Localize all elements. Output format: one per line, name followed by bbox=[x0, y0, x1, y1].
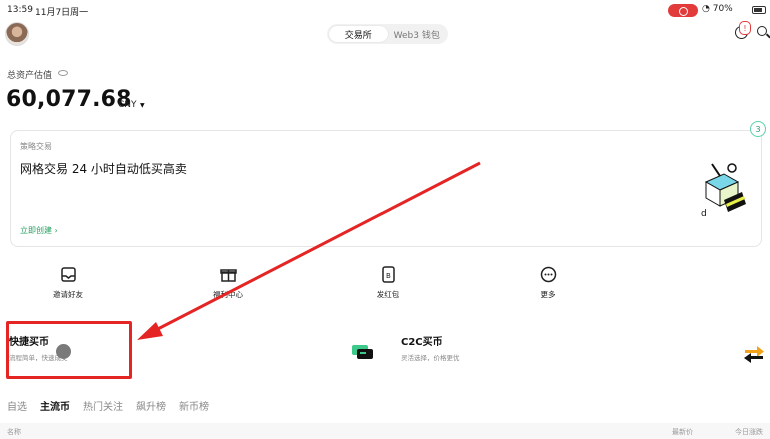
more-icon bbox=[540, 266, 556, 283]
market-column-headers: 名称 最新价 今日涨跌 bbox=[0, 423, 770, 439]
market-tabs: 自选 主流币 热门关注 飙升榜 新币榜 bbox=[7, 398, 209, 413]
promo-title: 网格交易 24 小时自动低买高卖 bbox=[20, 162, 187, 176]
quick-action-invite[interactable]: 邀请好友 bbox=[28, 266, 108, 300]
eye-icon[interactable] bbox=[58, 70, 68, 76]
tab-gainers[interactable]: 飙升榜 bbox=[136, 398, 166, 413]
tab-hot[interactable]: 热门关注 bbox=[83, 398, 123, 413]
svg-text:B: B bbox=[386, 272, 391, 280]
c2c-buy-title: C2C买币 bbox=[401, 337, 443, 348]
quick-action-rewards[interactable]: 福利中心 bbox=[188, 266, 268, 300]
promo-illustration: d bbox=[701, 163, 746, 219]
message-badge: ! bbox=[739, 21, 751, 35]
carousel-page-badge: 3 bbox=[750, 121, 766, 137]
tab-new-coins[interactable]: 新币榜 bbox=[179, 398, 209, 413]
status-bar: 13:59 11月7日周一 ◔ 70% bbox=[0, 0, 770, 20]
quick-action-label: 更多 bbox=[540, 290, 556, 299]
screen-record-icon[interactable] bbox=[668, 4, 698, 17]
quick-action-label: 发红包 bbox=[376, 290, 400, 299]
c2c-buy-entry[interactable]: C2C买币 灵活选择，价格更优 bbox=[401, 333, 521, 373]
currency-selector[interactable]: CNY bbox=[118, 100, 137, 110]
search-icon[interactable] bbox=[757, 26, 767, 36]
promo-tag: 策略交易 bbox=[20, 142, 52, 151]
tab-mainstream[interactable]: 主流币 bbox=[40, 398, 70, 413]
highlight-box bbox=[6, 321, 132, 379]
inbox-icon bbox=[60, 267, 76, 282]
quick-actions: 邀请好友 福利中心 B 发红包 更多 bbox=[0, 266, 770, 306]
caret-down-icon[interactable]: ▼ bbox=[140, 102, 145, 109]
promo-create-link[interactable]: 立即创建 › bbox=[20, 225, 58, 236]
column-price[interactable]: 最新价 bbox=[672, 427, 693, 437]
quick-action-more[interactable]: 更多 bbox=[508, 266, 588, 300]
red-packet-icon: B bbox=[381, 266, 395, 283]
account-mode-switch: 交易所 Web3 钱包 bbox=[327, 24, 448, 44]
promo-link-label: 立即创建 bbox=[20, 226, 52, 235]
promo-card[interactable]: 策略交易 网格交易 24 小时自动低买高卖 立即创建 › bbox=[10, 130, 762, 247]
c2c-card-icon bbox=[352, 345, 373, 359]
swap-arrows-icon[interactable] bbox=[743, 345, 765, 363]
battery-icon bbox=[752, 6, 766, 14]
tab-favorites[interactable]: 自选 bbox=[7, 398, 27, 413]
avatar[interactable] bbox=[5, 22, 29, 46]
tab-exchange[interactable]: 交易所 bbox=[329, 26, 388, 42]
gift-icon bbox=[219, 269, 237, 282]
asset-value: 60,077.68 bbox=[6, 87, 132, 112]
column-change[interactable]: 今日涨跌 bbox=[735, 427, 763, 437]
c2c-buy-subtitle: 灵活选择，价格更优 bbox=[401, 354, 460, 362]
svg-text:d: d bbox=[701, 209, 707, 219]
column-name[interactable]: 名称 bbox=[7, 427, 21, 437]
quick-action-label: 福利中心 bbox=[213, 290, 243, 299]
status-icons: ◔ 70% bbox=[702, 4, 733, 14]
tab-web3-wallet[interactable]: Web3 钱包 bbox=[388, 26, 447, 42]
asset-label: 总资产估值 bbox=[7, 71, 53, 81]
status-date: 11月7日周一 bbox=[35, 8, 89, 18]
battery-percent: 70% bbox=[712, 4, 733, 14]
quick-action-red-packet[interactable]: B 发红包 bbox=[348, 266, 428, 300]
chevron-right-icon: › bbox=[54, 226, 58, 235]
quick-action-label: 邀请好友 bbox=[53, 290, 83, 299]
status-time: 13:59 bbox=[7, 5, 33, 15]
wifi-icon: ◔ bbox=[702, 4, 710, 14]
